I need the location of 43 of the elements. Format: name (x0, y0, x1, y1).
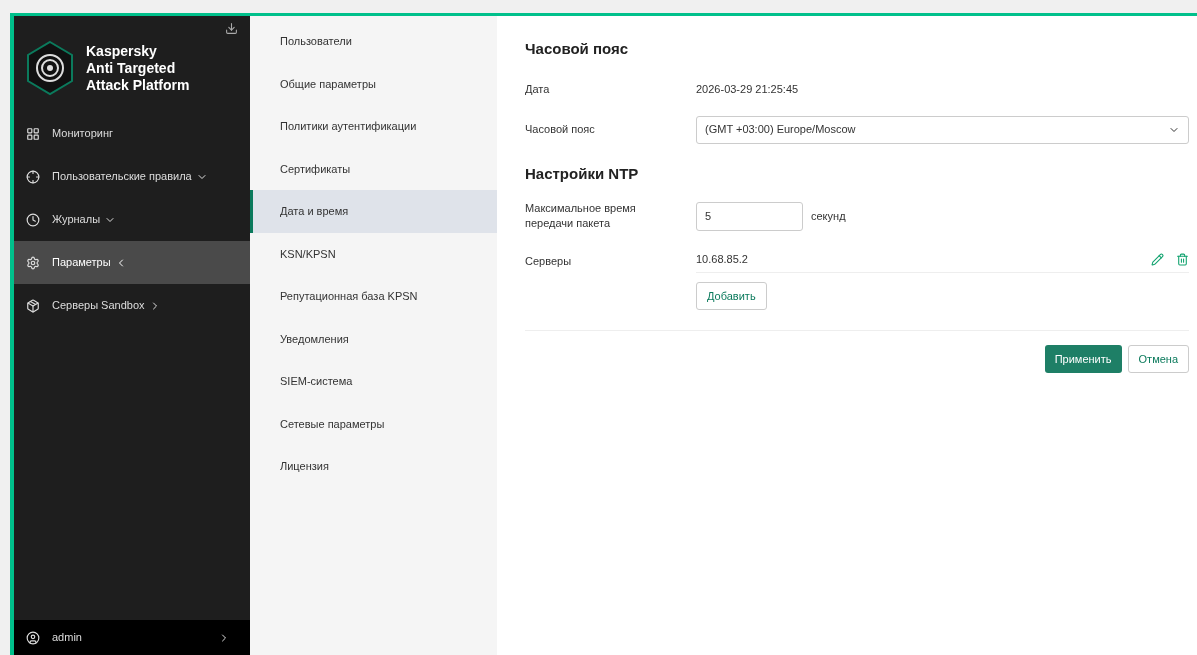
submenu-item[interactable]: Сертификаты (250, 147, 497, 190)
submenu-item[interactable]: Сетевые параметры (250, 402, 497, 445)
field-label: Серверы (525, 254, 573, 269)
timezone-select[interactable]: (GMT +03:00) Europe/Moscow (696, 115, 1189, 144)
download-icon[interactable] (225, 22, 238, 35)
field-label: Максимальное время передачи пакета (525, 201, 637, 231)
delete-icon[interactable] (1176, 253, 1189, 266)
submenu-item[interactable]: Общие параметры (250, 62, 497, 105)
section-title: Настройки NTP (525, 163, 640, 184)
nav-item[interactable]: Серверы Sandbox (14, 284, 250, 327)
submenu-item[interactable]: Пользователи (250, 20, 497, 63)
crosshair-icon (26, 169, 40, 184)
apply-button[interactable]: Применить (1044, 345, 1122, 373)
date-value: 2026-03-29 21:25:45 (696, 82, 799, 98)
clock-icon (26, 212, 40, 227)
user-bar[interactable]: admin (14, 620, 250, 655)
field-label: Часовой пояс (525, 122, 596, 138)
add-button[interactable]: Добавить (696, 282, 767, 310)
target-logo-icon (26, 40, 74, 96)
timeout-input[interactable]: 5 (696, 201, 803, 231)
submenu-item[interactable]: KSN/KPSN (250, 232, 497, 275)
edit-icon[interactable] (1151, 253, 1164, 266)
user-icon (26, 630, 40, 645)
section-title: Часовой пояс (525, 39, 630, 59)
submenu-item[interactable]: Репутационная база KPSN (250, 275, 497, 318)
box-icon (26, 298, 40, 313)
server-address: 10.68.85.2 (696, 252, 749, 268)
nav-item[interactable]: Журналы (14, 198, 250, 241)
field-label: Дата (525, 82, 551, 98)
grid-icon (26, 126, 40, 141)
submenu-item[interactable]: Политики аутентификации (250, 105, 497, 148)
submenu-item[interactable]: Лицензия (250, 445, 497, 488)
brand-title: Kaspersky Anti Targeted Attack Platform (86, 42, 190, 94)
submenu-item[interactable]: Дата и время (250, 190, 497, 233)
unit-label: секунд (811, 208, 846, 224)
submenu-item[interactable]: SIEM-система (250, 360, 497, 403)
user-name: admin (52, 630, 83, 646)
gear-icon (26, 255, 40, 270)
cancel-button[interactable]: Отмена (1127, 345, 1189, 373)
nav-item[interactable]: Пользовательские правила (14, 155, 250, 198)
nav-item[interactable]: Мониторинг (14, 112, 250, 155)
submenu-item[interactable]: Уведомления (250, 317, 497, 360)
nav-item[interactable]: Параметры (14, 241, 250, 284)
